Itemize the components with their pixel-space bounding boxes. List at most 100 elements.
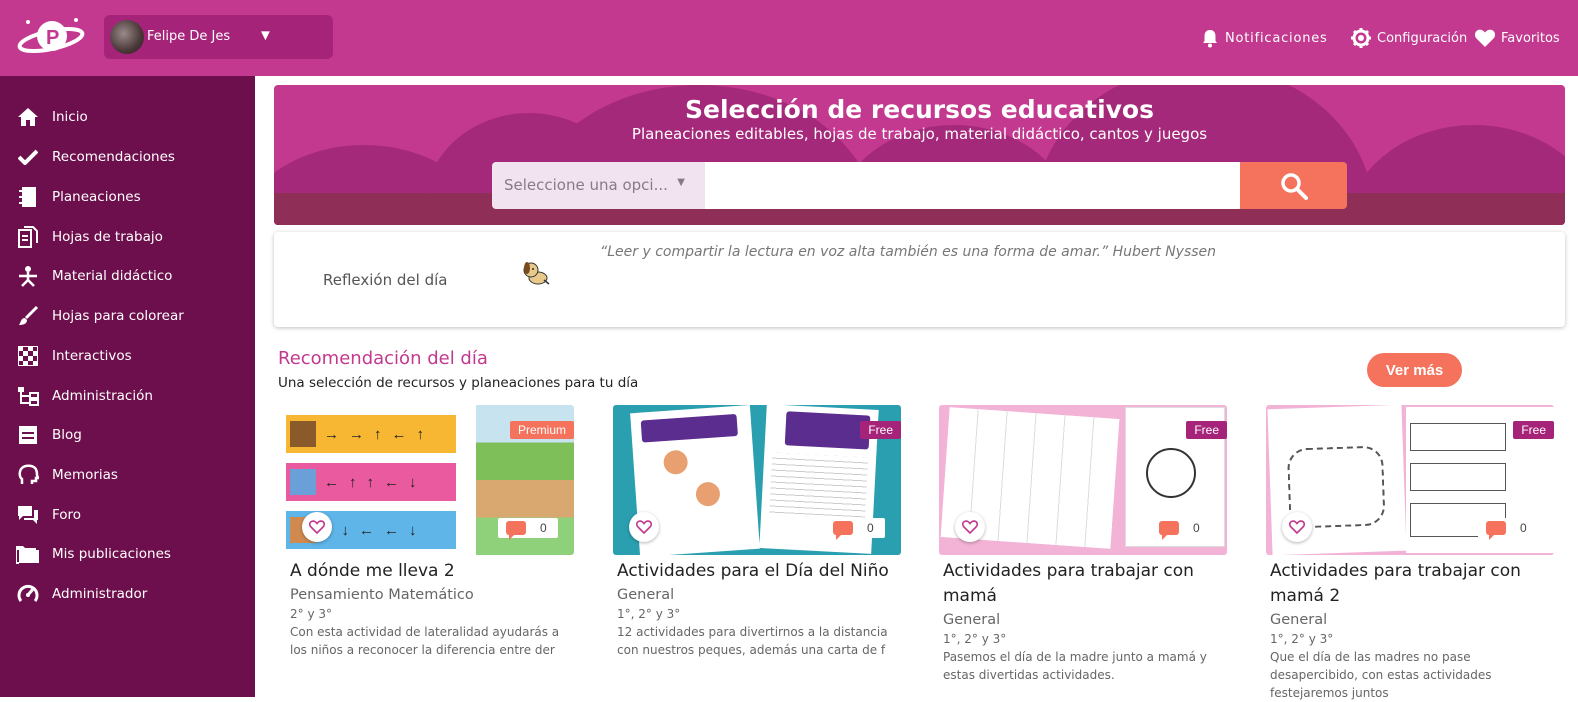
favorites-button[interactable]: Favoritos xyxy=(1474,28,1560,48)
sidebar-item-mis-publicaciones[interactable]: Mis publicaciones xyxy=(16,540,171,568)
hero-banner: Selección de recursos educativos Planeac… xyxy=(274,85,1565,225)
reflection-quote: “Leer y compartir la lectura en voz alta… xyxy=(600,244,1217,260)
brush-icon xyxy=(16,304,40,328)
comment-count: 0 xyxy=(867,521,874,535)
planet-logo-icon[interactable]: P xyxy=(16,14,86,60)
sidebar-item-administracion[interactable]: Administración xyxy=(16,382,153,410)
favorite-button[interactable] xyxy=(1282,512,1312,542)
sidebar-item-label: Administrador xyxy=(52,586,148,602)
sidebar-item-blog[interactable]: Blog xyxy=(16,421,82,449)
gear-icon xyxy=(1351,28,1371,48)
resource-card[interactable]: Free 0 Actividades para el Día del Niño … xyxy=(613,405,901,659)
card-description: Pasemos el día de la madre junto a mamá … xyxy=(943,650,1207,682)
sidebar-item-label: Memorias xyxy=(52,467,118,483)
hero-title: Selección de recursos educativos xyxy=(684,95,1154,124)
playground-icon xyxy=(16,264,40,288)
thumbnail-art: ← ↑ ↑ ← ↓ xyxy=(286,463,456,501)
blog-icon xyxy=(16,423,40,447)
sidebar-item-label: Inicio xyxy=(52,109,88,125)
free-badge: Free xyxy=(1186,421,1227,439)
resource-card[interactable]: →→↑←↑ ←↑↑←↓ ↑↓←←↓ Premium 0 A dónde me l… xyxy=(286,405,574,659)
sidebar-item-label: Blog xyxy=(52,427,82,443)
user-name: Felipe De Jes xyxy=(147,29,231,44)
svg-text:P: P xyxy=(46,27,59,49)
sidebar-item-planeaciones[interactable]: Planeaciones xyxy=(16,183,141,211)
search-input[interactable] xyxy=(705,162,1240,209)
heart-outline-icon xyxy=(636,520,652,534)
bell-icon xyxy=(1203,30,1217,48)
thumbnail-art: → → ↑ ← ↑ xyxy=(286,415,456,453)
sidebar-item-hojas-para-colorear[interactable]: Hojas para colorear xyxy=(16,302,184,330)
sidebar-item-hojas-de-trabajo[interactable]: Hojas de trabajo xyxy=(16,223,163,251)
card-grade: 1°, 2° y 3° xyxy=(1270,632,1334,646)
sidebar-item-label: Hojas de trabajo xyxy=(52,229,163,245)
notifications-button[interactable]: Notificaciones xyxy=(1200,28,1328,48)
card-title[interactable]: Actividades para el Día del Niño xyxy=(613,559,901,584)
recommendations-subtitle: Una selección de recursos y planeaciones… xyxy=(278,375,639,391)
notifications-label: Notificaciones xyxy=(1225,30,1328,46)
home-icon xyxy=(16,105,40,129)
comment-count: 0 xyxy=(540,521,547,535)
settings-button[interactable]: Configuración xyxy=(1350,28,1467,48)
notebook-icon xyxy=(16,185,40,209)
sidebar-item-administrador[interactable]: Administrador xyxy=(16,580,147,608)
head-icon xyxy=(16,463,40,487)
comments-counter[interactable]: 0 xyxy=(1151,518,1211,540)
sidebar-item-memorias[interactable]: Memorias xyxy=(16,461,118,489)
sidebar-item-label: Recomendaciones xyxy=(52,149,175,165)
comment-count: 0 xyxy=(1520,521,1527,535)
user-menu[interactable]: Felipe De Jes ▼ xyxy=(104,15,333,59)
puppy-illustration-icon xyxy=(522,260,552,291)
search-button[interactable] xyxy=(1240,162,1347,209)
card-category: General xyxy=(1270,612,1328,628)
favorite-button[interactable] xyxy=(629,512,659,542)
card-title[interactable]: Actividades para trabajar con mamá xyxy=(939,559,1227,609)
resource-thumbnail: Free 0 xyxy=(939,405,1227,555)
document-icon xyxy=(16,225,40,249)
folder-icon xyxy=(16,542,40,566)
comment-count: 0 xyxy=(1193,521,1200,535)
favorite-button[interactable] xyxy=(302,512,332,542)
reflection-panel: Reflexión del día “Leer y compartir la l… xyxy=(274,232,1565,327)
sidebar-item-label: Administración xyxy=(52,388,153,404)
sidebar-item-foro[interactable]: Foro xyxy=(16,501,81,529)
reflection-label: Reflexión del día xyxy=(323,271,448,289)
heart-icon xyxy=(1474,29,1496,47)
card-grade: 1°, 2° y 3° xyxy=(617,607,681,621)
sidebar-item-interactivos[interactable]: Interactivos xyxy=(16,342,132,370)
sidebar-item-label: Material didáctico xyxy=(52,268,173,284)
comments-counter[interactable]: 0 xyxy=(498,518,558,540)
comments-counter[interactable]: 0 xyxy=(1478,518,1538,540)
card-title[interactable]: Actividades para trabajar con mamá 2 xyxy=(1266,559,1554,609)
category-select[interactable]: Seleccione una opci... ▼ xyxy=(492,162,705,209)
card-description: Que el día de las madres no pase desaper… xyxy=(1270,650,1492,700)
hierarchy-icon xyxy=(16,384,40,408)
caret-down-icon[interactable]: ▼ xyxy=(258,27,273,44)
comments-counter[interactable]: 0 xyxy=(825,518,885,540)
resource-card[interactable]: Free 0 Actividades para trabajar con mam… xyxy=(939,405,1227,684)
caret-down-icon: ▼ xyxy=(677,177,685,188)
hero-subtitle: Planeaciones editables, hojas de trabajo… xyxy=(631,125,1208,143)
see-more-button[interactable]: Ver más xyxy=(1367,353,1462,387)
sidebar-item-inicio[interactable]: Inicio xyxy=(16,103,88,131)
chat-icon xyxy=(16,503,40,527)
recommendations-title: Recomendación del día xyxy=(278,348,488,369)
card-description: 12 actividades para divertirnos a la dis… xyxy=(617,625,888,657)
resource-thumbnail: Free 0 xyxy=(613,405,901,555)
sidebar-item-recomendaciones[interactable]: Recomendaciones xyxy=(16,143,175,171)
resource-card[interactable]: Free 0 Actividades para trabajar con mam… xyxy=(1266,405,1554,702)
card-title[interactable]: A dónde me lleva 2 xyxy=(286,559,574,584)
heart-outline-icon xyxy=(309,520,325,534)
comment-bubble-icon xyxy=(506,521,526,540)
sidebar-item-material-didactico[interactable]: Material didáctico xyxy=(16,262,172,290)
avatar xyxy=(110,20,144,54)
category-select-placeholder: Seleccione una opci... xyxy=(504,176,668,194)
sidebar-item-label: Interactivos xyxy=(52,348,132,364)
sidebar-item-label: Planeaciones xyxy=(52,189,141,205)
favorite-button[interactable] xyxy=(955,512,985,542)
card-grade: 2° y 3° xyxy=(290,607,332,621)
sidebar-item-label: Hojas para colorear xyxy=(52,308,184,324)
gauge-icon xyxy=(16,582,40,606)
comment-bubble-icon xyxy=(1159,521,1179,540)
free-badge: Free xyxy=(1513,421,1554,439)
